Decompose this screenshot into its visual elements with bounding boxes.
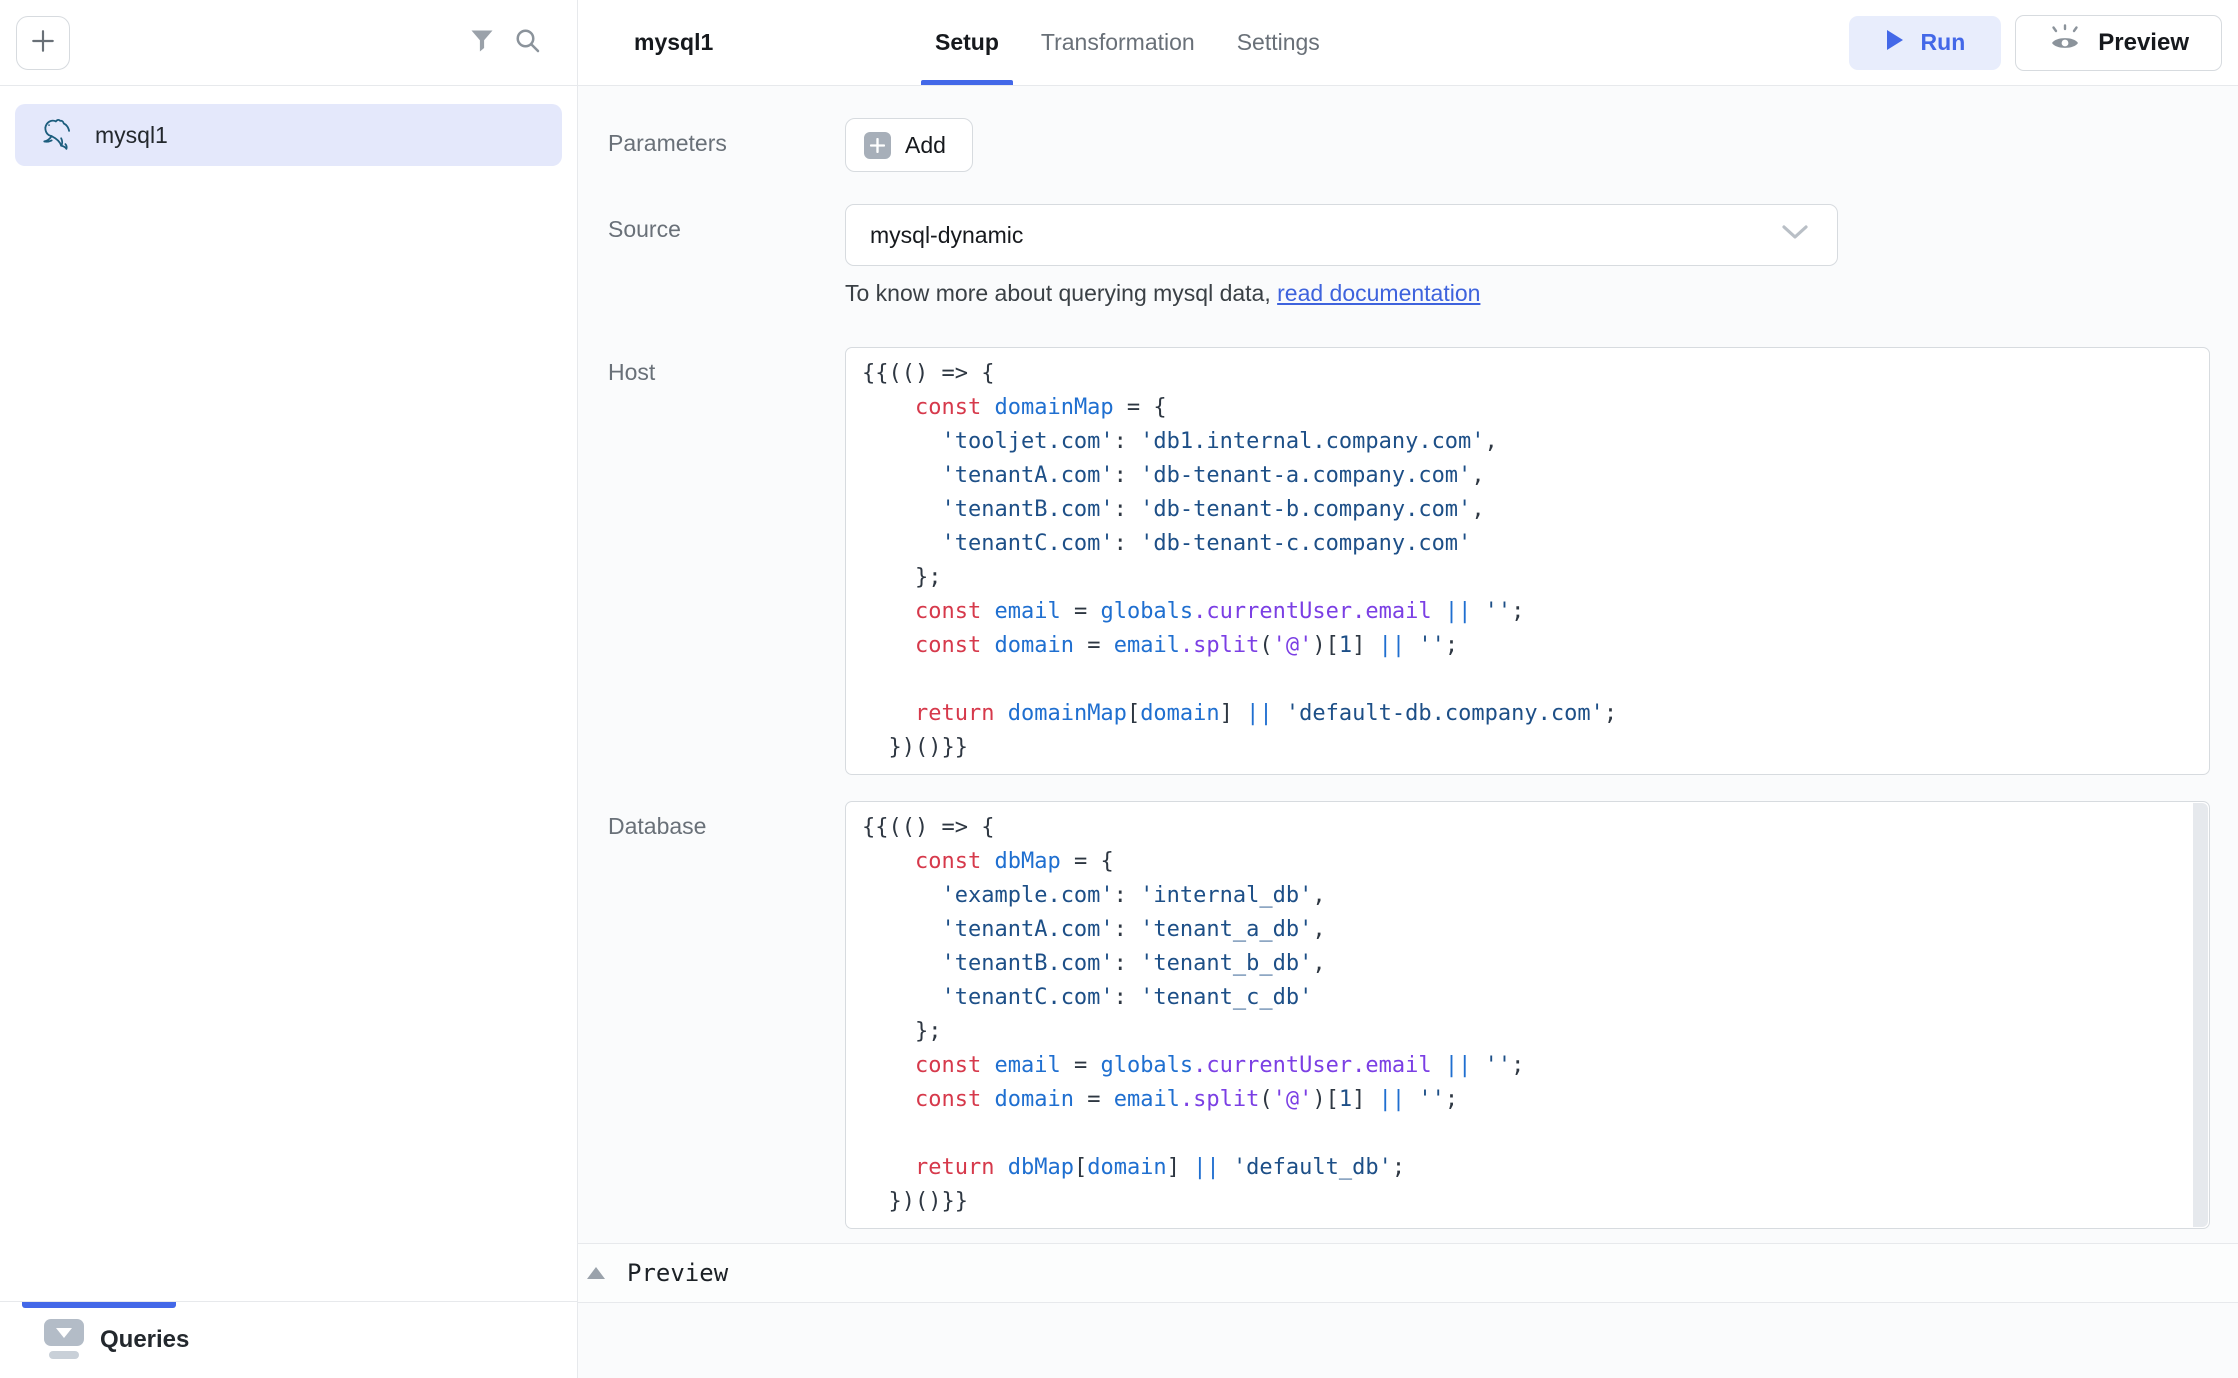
host-row: Host {{(() => { const domainMap = { 'too…: [608, 347, 2210, 775]
code-line: };: [862, 561, 2191, 595]
bottom-filler: [578, 1303, 2238, 1378]
tab-setup[interactable]: Setup: [918, 0, 1016, 85]
code-line: const email = globals.currentUser.email …: [862, 595, 2191, 629]
run-button-label: Run: [1921, 29, 1966, 56]
query-title: mysql1: [634, 29, 713, 56]
code-line: [862, 1117, 2191, 1151]
editor-tabs: Setup Transformation Settings: [918, 0, 1337, 85]
code-line: 'tenantC.com': 'db-tenant-c.company.com': [862, 527, 2191, 561]
code-line: const domain = email.split('@')[1] || ''…: [862, 629, 2191, 663]
eye-icon: [2048, 24, 2082, 61]
sidebar-toolbar: [0, 0, 577, 86]
plus-icon: [864, 132, 891, 159]
code-line: [862, 663, 2191, 697]
code-line: return dbMap[domain] || 'default_db';: [862, 1151, 2191, 1185]
source-helper-text: To know more about querying mysql data, …: [845, 280, 2210, 307]
code-line: 'tenantA.com': 'tenant_a_db',: [862, 913, 2191, 947]
code-line: 'tenantB.com': 'tenant_b_db',: [862, 947, 2191, 981]
parameters-label: Parameters: [608, 118, 845, 157]
add-query-button[interactable]: [16, 16, 70, 70]
query-editor-panel: mysql1 Setup Transformation Settings Run: [578, 0, 2238, 1378]
tab-transformation[interactable]: Transformation: [1024, 0, 1212, 85]
query-list-item-mysql1[interactable]: mysql1: [15, 104, 562, 166]
queries-panel-icon: [44, 1319, 84, 1361]
source-row: Source mysql-dynamic To know more about …: [608, 204, 2210, 307]
query-sidebar: mysql1 Queries: [0, 0, 578, 1378]
code-line: const domain = email.split('@')[1] || ''…: [862, 1083, 2191, 1117]
plus-icon: [30, 28, 56, 57]
app-window: mysql1 Queries mysql1 Setup Transformati…: [0, 0, 2238, 1378]
play-icon: [1885, 29, 1905, 57]
mysql-dolphin-icon: [39, 114, 77, 157]
source-label: Source: [608, 204, 845, 243]
add-parameter-button[interactable]: Add: [845, 118, 973, 172]
filter-button[interactable]: [459, 20, 505, 66]
source-select[interactable]: mysql-dynamic: [845, 204, 1838, 266]
host-label: Host: [608, 347, 845, 386]
add-parameter-label: Add: [905, 132, 946, 159]
host-code-editor[interactable]: {{(() => { const domainMap = { 'tooljet.…: [845, 347, 2210, 775]
setup-form: Parameters Add Source mysql-dynamic: [578, 86, 2238, 1229]
chevron-down-icon: [1781, 224, 1809, 247]
query-item-label: mysql1: [95, 122, 168, 149]
preview-button[interactable]: Preview: [2015, 15, 2222, 71]
queries-bottom-bar[interactable]: Queries: [0, 1301, 577, 1378]
collapse-up-icon: [587, 1267, 605, 1279]
preview-panel-label: Preview: [627, 1259, 728, 1287]
code-line: 'tenantC.com': 'tenant_c_db': [862, 981, 2191, 1015]
queries-tab-label: Queries: [100, 1326, 189, 1354]
code-line: })()}}: [862, 1185, 2191, 1219]
code-line: {{(() => {: [862, 811, 2191, 845]
filter-icon: [468, 27, 496, 58]
code-line: 'tenantA.com': 'db-tenant-a.company.com'…: [862, 459, 2191, 493]
tab-settings[interactable]: Settings: [1220, 0, 1337, 85]
read-documentation-link[interactable]: read documentation: [1277, 280, 1480, 306]
database-label: Database: [608, 801, 845, 840]
code-line: 'tenantB.com': 'db-tenant-b.company.com'…: [862, 493, 2191, 527]
code-line: const domainMap = {: [862, 391, 2191, 425]
code-line: const email = globals.currentUser.email …: [862, 1049, 2191, 1083]
database-code-editor[interactable]: {{(() => { const dbMap = { 'example.com'…: [845, 801, 2210, 1229]
code-line: 'tooljet.com': 'db1.internal.company.com…: [862, 425, 2191, 459]
editor-header: mysql1 Setup Transformation Settings Run: [578, 0, 2238, 86]
code-line: return domainMap[domain] || 'default-db.…: [862, 697, 2191, 731]
parameters-row: Parameters Add: [608, 118, 2210, 172]
search-icon: [513, 26, 543, 59]
code-line: 'example.com': 'internal_db',: [862, 879, 2191, 913]
database-row: Database {{(() => { const dbMap = { 'exa…: [608, 801, 2210, 1229]
query-list: mysql1: [0, 86, 577, 184]
header-actions: Run Preview: [1849, 15, 2238, 71]
search-button[interactable]: [505, 20, 551, 66]
code-line: })()}}: [862, 731, 2191, 765]
code-line: const dbMap = {: [862, 845, 2191, 879]
preview-button-label: Preview: [2098, 29, 2189, 57]
active-tab-indicator: [22, 1302, 176, 1308]
preview-panel-toggle[interactable]: Preview: [578, 1243, 2238, 1303]
code-line: };: [862, 1015, 2191, 1049]
code-line: {{(() => {: [862, 357, 2191, 391]
run-button[interactable]: Run: [1849, 16, 2002, 70]
source-select-value: mysql-dynamic: [870, 222, 1781, 249]
